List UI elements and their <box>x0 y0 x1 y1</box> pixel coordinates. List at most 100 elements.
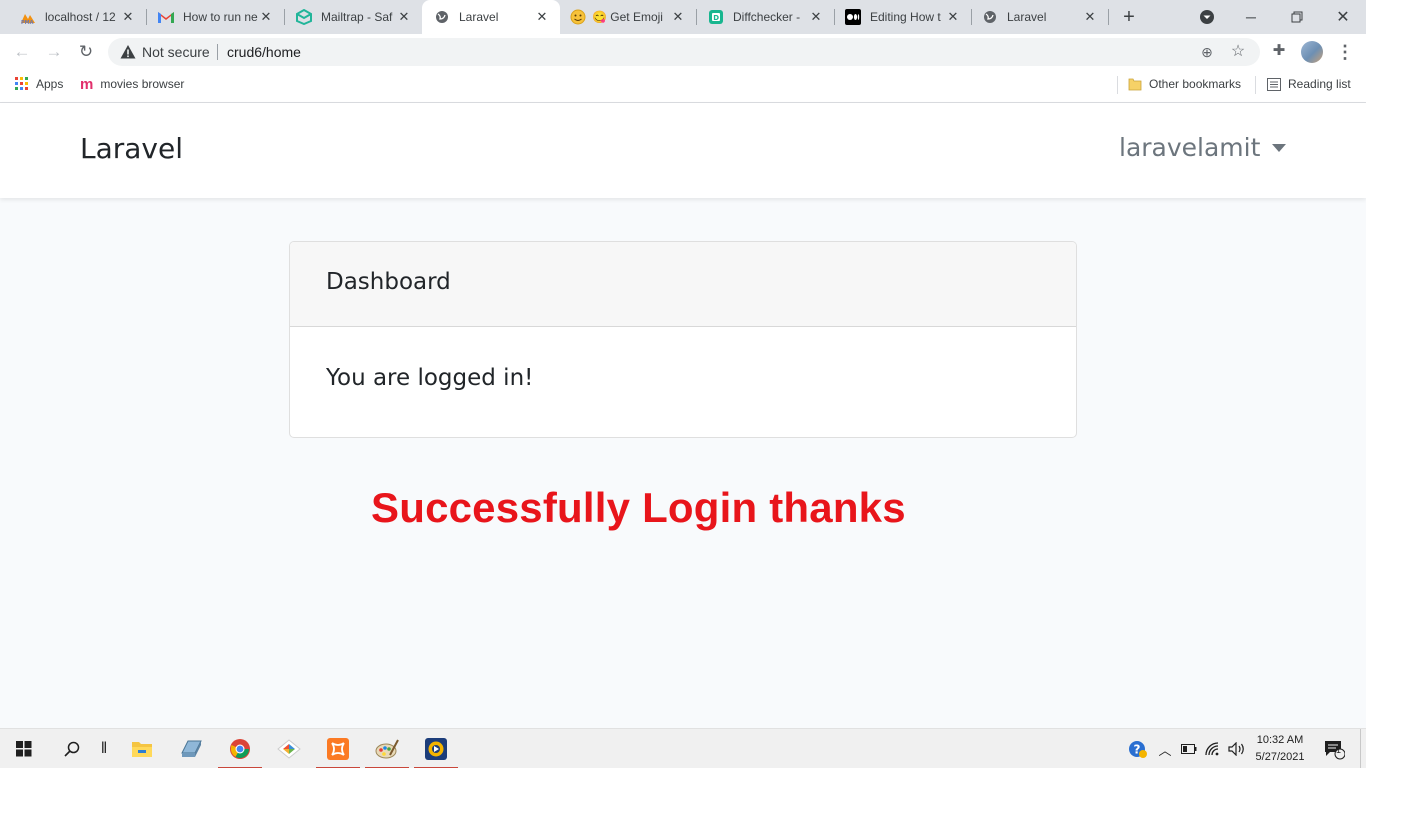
tab-label: Mailtrap - Saf <box>321 10 393 24</box>
tab-emoji[interactable]: 😋 Get Emoji ✕ <box>560 0 696 34</box>
show-desktop-divider[interactable] <box>1360 729 1361 768</box>
chrome-icon <box>230 739 250 759</box>
tab-gmail[interactable]: How to run ne ✕ <box>138 0 284 34</box>
tab-search-button[interactable] <box>1184 0 1230 34</box>
file-explorer-icon <box>132 742 152 757</box>
taskbar-git[interactable] <box>265 729 313 768</box>
apps-grid-icon <box>15 77 29 91</box>
wifi-icon <box>1205 742 1219 756</box>
xampp-icon <box>327 738 349 760</box>
close-icon[interactable]: ✕ <box>396 9 412 25</box>
zoom-icon[interactable]: ⊕ <box>1198 43 1216 61</box>
new-tab-button[interactable]: + <box>1119 7 1139 27</box>
start-icon <box>16 741 32 757</box>
tab-strip: PMA localhost / 12 ✕ How to run ne ✕ Mai… <box>0 0 1366 34</box>
tab-medium[interactable]: Editing How t ✕ <box>825 0 971 34</box>
brand-link[interactable]: Laravel <box>80 132 183 165</box>
globe-icon <box>982 9 998 25</box>
minimize-button[interactable]: ─ <box>1228 0 1274 34</box>
status-message: You are logged in! <box>326 365 534 391</box>
bookmark-movies-browser[interactable]: m movies browser <box>80 70 184 98</box>
bookmark-separator <box>1255 76 1256 94</box>
action-center-button[interactable]: 1 <box>1322 729 1346 768</box>
close-icon[interactable]: ✕ <box>808 9 824 25</box>
tab-laravel-active[interactable]: Laravel ✕ <box>422 0 560 34</box>
diffchecker-icon: D <box>708 9 724 25</box>
tab-label: 😋 Get Emoji <box>592 10 663 24</box>
forward-button[interactable]: → <box>44 42 64 62</box>
volume-tray-button[interactable] <box>1227 729 1247 768</box>
notification-count-badge: 1 <box>1336 745 1342 755</box>
start-button[interactable] <box>0 729 48 768</box>
show-hidden-icons-button[interactable]: ︿ <box>1156 729 1174 768</box>
omnibox-separator <box>217 44 218 60</box>
tab-diffchecker[interactable]: D Diffchecker - ✕ <box>688 0 834 34</box>
close-icon[interactable]: ✕ <box>670 9 686 25</box>
address-bar[interactable]: Not secure crud6/home ⊕ ☆ <box>108 38 1260 66</box>
bookmark-label: Other bookmarks <box>1149 77 1242 91</box>
card-header: Dashboard <box>290 242 1076 327</box>
reading-list-icon <box>1267 77 1281 91</box>
page-content: Laravel laravelamit Dashboard You are lo… <box>0 103 1366 728</box>
bookmark-star-icon[interactable]: ☆ <box>1229 43 1247 61</box>
tab-phpmyadmin[interactable]: PMA localhost / 12 ✕ <box>0 0 146 34</box>
taskbar-xampp[interactable] <box>314 729 362 768</box>
app-navbar: Laravel laravelamit <box>0 103 1366 198</box>
taskbar-paint[interactable] <box>363 729 411 768</box>
taskbar-disk-app[interactable] <box>167 729 215 768</box>
url-text[interactable]: crud6/home <box>227 44 301 60</box>
close-icon[interactable]: ✕ <box>120 9 136 25</box>
notification-icon <box>1325 741 1345 760</box>
close-icon[interactable]: ✕ <box>258 9 274 25</box>
movies-browser-icon: m <box>80 75 94 93</box>
back-arrow-icon: ← <box>13 42 31 61</box>
screen: PMA localhost / 12 ✕ How to run ne ✕ Mai… <box>0 0 1366 768</box>
taskbar-media[interactable] <box>412 729 460 768</box>
warning-icon[interactable] <box>120 44 136 60</box>
card-title: Dashboard <box>326 269 451 295</box>
close-icon[interactable]: ✕ <box>945 9 961 25</box>
close-icon: ✕ <box>1336 9 1350 26</box>
chevron-up-icon: ︿ <box>1158 742 1172 758</box>
clock[interactable]: 10:32 AM 5/27/2021 <box>1250 732 1310 766</box>
annotation-text: Successfully Login thanks <box>371 484 906 531</box>
forward-arrow-icon: → <box>45 42 63 61</box>
extensions-icon[interactable]: ✚ <box>1270 42 1288 60</box>
globe-icon <box>434 9 450 25</box>
user-name: laravelamit <box>1119 133 1261 162</box>
reload-icon: ↻ <box>78 42 94 61</box>
restore-button[interactable] <box>1274 0 1320 34</box>
user-dropdown[interactable]: laravelamit <box>1119 133 1287 162</box>
tab-laravel-2[interactable]: Laravel ✕ <box>962 0 1108 34</box>
search-icon <box>64 741 80 757</box>
other-bookmarks[interactable]: Other bookmarks <box>1128 70 1241 98</box>
close-window-button[interactable]: ✕ <box>1320 0 1366 34</box>
emoji-icon <box>570 9 586 25</box>
dashboard-card: Dashboard You are logged in! <box>289 241 1077 438</box>
network-tray-button[interactable] <box>1203 729 1223 768</box>
tab-separator <box>1108 9 1109 25</box>
bookmark-apps[interactable]: Apps <box>15 70 63 98</box>
battery-tray-button[interactable] <box>1179 729 1199 768</box>
back-button[interactable]: ← <box>12 42 32 62</box>
browser-menu-icon[interactable]: ⋮ <box>1336 41 1354 63</box>
minimize-icon: ─ <box>1246 9 1256 25</box>
help-tray-button[interactable]: ? <box>1127 729 1149 768</box>
tab-label: Diffchecker - <box>733 10 801 24</box>
mailtrap-icon <box>296 9 312 25</box>
tab-mailtrap[interactable]: Mailtrap - Saf ✕ <box>276 0 422 34</box>
reading-list[interactable]: Reading list <box>1267 70 1351 98</box>
close-icon[interactable]: ✕ <box>1082 9 1098 25</box>
avatar[interactable] <box>1301 41 1323 63</box>
tab-label: How to run ne <box>183 10 258 24</box>
bookmarks-bar: Apps m movies browser Other bookmarks Re… <box>0 70 1366 103</box>
medium-icon <box>845 9 861 25</box>
bookmark-label: Reading list <box>1288 77 1351 91</box>
bookmark-label: movies browser <box>100 77 185 91</box>
reload-button[interactable]: ↻ <box>76 42 96 62</box>
taskbar-chrome[interactable] <box>216 729 264 768</box>
security-label[interactable]: Not secure <box>142 44 210 60</box>
card-body: You are logged in! <box>290 327 1076 437</box>
taskbar-file-explorer[interactable] <box>118 729 166 768</box>
close-icon[interactable]: ✕ <box>534 9 550 25</box>
